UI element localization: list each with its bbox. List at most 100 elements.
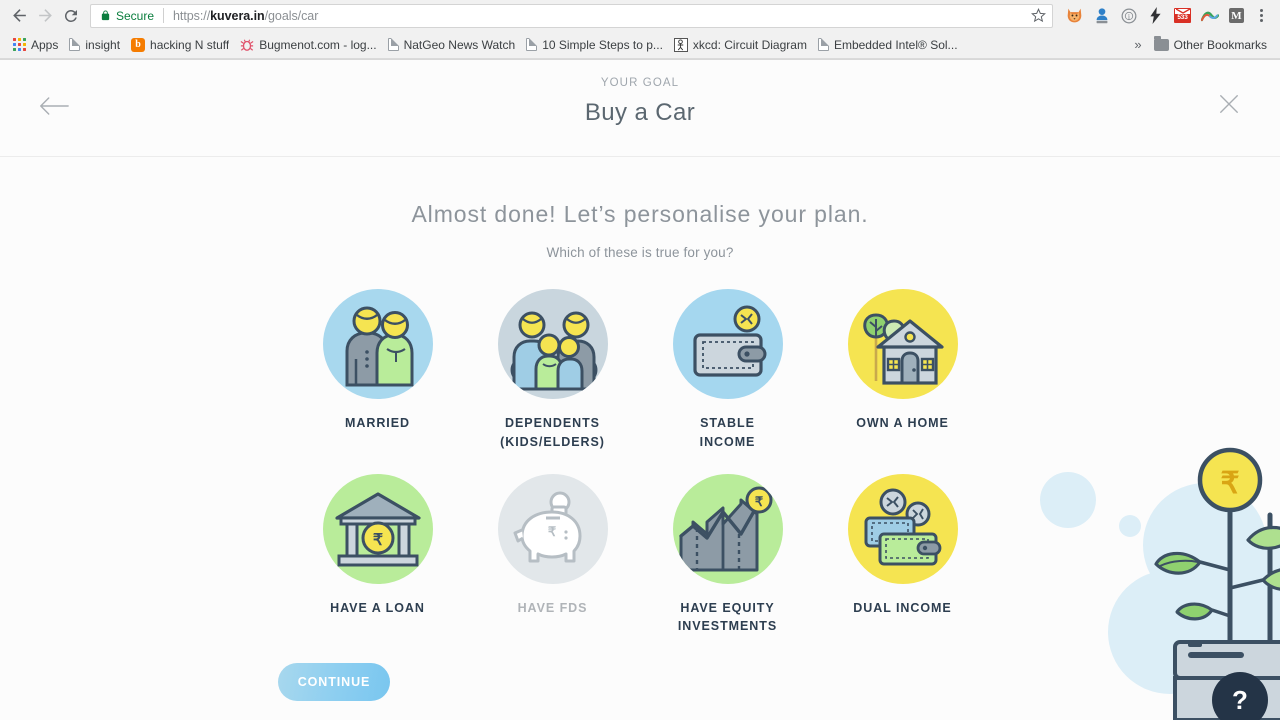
gmail-extension-icon[interactable]: 533 bbox=[1169, 3, 1196, 29]
page-title: Buy a Car bbox=[584, 99, 696, 126]
security-label: Secure bbox=[116, 8, 155, 23]
url-text: https://kuvera.in/goals/car bbox=[173, 9, 1027, 23]
lightning-extension-icon[interactable] bbox=[1142, 3, 1169, 29]
goal-header-center: YOUR GOAL Buy a Car bbox=[0, 77, 1280, 127]
option-circle bbox=[847, 473, 958, 584]
bookmark-label: hacking N stuff bbox=[150, 37, 230, 52]
bookmark-label: xkcd: Circuit Diagram bbox=[692, 37, 807, 52]
option-label: MARRIED bbox=[345, 416, 410, 430]
url-host: kuvera.in bbox=[210, 8, 265, 23]
goal-header: YOUR GOAL Buy a Car bbox=[0, 60, 1280, 157]
option-dual-income[interactable]: DUAL INCOME bbox=[815, 473, 990, 637]
lock-icon bbox=[100, 9, 111, 22]
bookmarks-overflow-button[interactable]: » bbox=[1126, 37, 1149, 52]
option-label: DEPENDENTS (KIDS/ELDERS) bbox=[500, 416, 605, 449]
option-circle bbox=[847, 289, 958, 399]
reload-button[interactable] bbox=[58, 3, 84, 29]
bookmark-bugmenot[interactable]: Bugmenot.com - log... bbox=[236, 36, 383, 54]
bookmark-hacking-n-stuff[interactable]: b hacking N stuff bbox=[127, 36, 236, 54]
fox-extension-icon[interactable] bbox=[1061, 3, 1088, 29]
page-body: ₹ ? YOUR GOAL Buy a Car Almost done! Let… bbox=[0, 60, 1280, 720]
at-circle-extension-icon[interactable]: i bbox=[1115, 3, 1142, 29]
bookmark-label: Apps bbox=[31, 37, 59, 52]
option-circle: ₹ bbox=[322, 473, 433, 584]
forward-button[interactable] bbox=[32, 3, 58, 29]
svg-text:₹: ₹ bbox=[547, 524, 556, 539]
bookmark-label: insight bbox=[85, 37, 121, 52]
bookmark-star-icon[interactable] bbox=[1027, 8, 1046, 23]
headline: Almost done! Let’s personalise your plan… bbox=[411, 201, 869, 227]
m-square-extension-icon[interactable]: M bbox=[1223, 3, 1250, 29]
option-have-fds[interactable]: ₹ HAVE FDS bbox=[465, 473, 640, 637]
option-label: HAVE A LOAN bbox=[330, 600, 425, 615]
three-dot-menu-icon[interactable] bbox=[1250, 3, 1272, 29]
continue-row: CONTINUE bbox=[0, 663, 1280, 701]
url-scheme: https:// bbox=[173, 8, 211, 23]
option-circle: ₹ bbox=[672, 473, 783, 584]
bookmark-10-simple-steps[interactable]: 10 Simple Steps to p... bbox=[522, 36, 670, 54]
close-x-icon[interactable] bbox=[1214, 89, 1244, 119]
other-bookmarks-folder[interactable]: Other Bookmarks bbox=[1150, 35, 1274, 54]
blogger-icon: b bbox=[131, 37, 146, 52]
growth-chart-icon: ₹ bbox=[678, 486, 772, 571]
svg-text:₹: ₹ bbox=[754, 494, 763, 509]
bookmark-label: NatGeo News Watch bbox=[403, 37, 516, 52]
piggy-bank-icon: ₹ bbox=[513, 491, 581, 562]
back-button[interactable] bbox=[6, 3, 32, 29]
folder-icon bbox=[1153, 35, 1169, 51]
option-have-a-loan[interactable]: ₹ HAVE A LOAN bbox=[290, 473, 465, 637]
option-circle bbox=[497, 289, 608, 399]
help-button[interactable]: ? bbox=[1212, 672, 1268, 720]
main-content: Almost done! Let’s personalise your plan… bbox=[0, 201, 1280, 701]
continue-button[interactable]: CONTINUE bbox=[278, 663, 390, 701]
bookmark-insight[interactable]: insight bbox=[65, 36, 127, 54]
goal-eyebrow: YOUR GOAL bbox=[600, 77, 680, 89]
option-label: STABLE INCOME bbox=[699, 416, 756, 449]
subheadline: Which of these is true for you? bbox=[546, 245, 734, 260]
couple-icon bbox=[345, 306, 413, 387]
wallet-coin-icon bbox=[692, 305, 766, 377]
user-profile-extension-icon[interactable] bbox=[1088, 3, 1115, 29]
omnibox-divider bbox=[163, 8, 165, 23]
apps-grid-icon bbox=[13, 38, 26, 51]
options-grid: MARRIED DEPENDENTS (KIDS/ELDERS) STABLE … bbox=[260, 289, 1020, 636]
bookmark-xkcd-circuit-diagram[interactable]: xkcd: Circuit Diagram bbox=[670, 36, 814, 54]
option-label: DUAL INCOME bbox=[853, 600, 952, 615]
bookmark-label: Embedded Intel® Sol... bbox=[833, 37, 958, 52]
option-label: OWN A HOME bbox=[856, 416, 949, 430]
option-circle bbox=[672, 289, 783, 399]
option-label: HAVE EQUITY INVESTMENTS bbox=[677, 600, 778, 634]
option-stable-income[interactable]: STABLE INCOME bbox=[640, 289, 815, 452]
page-icon bbox=[817, 38, 829, 51]
page-icon bbox=[387, 38, 399, 51]
bookmark-label: Bugmenot.com - log... bbox=[259, 37, 377, 52]
bookmarks-bar: Apps insight b hacking N stuff Bugmenot.… bbox=[0, 31, 1280, 59]
bookmark-embedded-intel[interactable]: Embedded Intel® Sol... bbox=[814, 36, 965, 54]
bookmark-natgeo-news-watch[interactable]: NatGeo News Watch bbox=[384, 36, 523, 54]
bug-icon bbox=[240, 38, 254, 52]
bookmark-apps[interactable]: Apps bbox=[9, 36, 65, 54]
option-circle bbox=[322, 289, 433, 399]
page-icon bbox=[526, 38, 538, 51]
option-label: HAVE FDS bbox=[517, 600, 588, 615]
extension-icons: i 533 M bbox=[1061, 3, 1272, 29]
other-bookmarks-label: Other Bookmarks bbox=[1173, 37, 1267, 52]
option-own-a-home[interactable]: OWN A HOME bbox=[815, 289, 990, 452]
xkcd-icon bbox=[673, 37, 688, 52]
two-wallets-icon bbox=[864, 488, 941, 565]
address-bar[interactable]: Secure https://kuvera.in/goals/car bbox=[90, 3, 1053, 28]
gmail-unread-count: 533 bbox=[1175, 14, 1190, 22]
option-married[interactable]: MARRIED bbox=[290, 289, 465, 452]
colorful-arc-extension-icon[interactable] bbox=[1196, 3, 1223, 29]
page-icon bbox=[69, 38, 81, 51]
option-have-equity-investments[interactable]: ₹ HAVE EQUITY INVESTMENTS bbox=[640, 473, 815, 637]
browser-chrome: Secure https://kuvera.in/goals/car i 533… bbox=[0, 0, 1280, 60]
url-path: /goals/car bbox=[264, 8, 319, 23]
house-trees-icon bbox=[862, 313, 944, 385]
family-icon bbox=[510, 311, 597, 391]
option-dependents[interactable]: DEPENDENTS (KIDS/ELDERS) bbox=[465, 289, 640, 452]
option-circle: ₹ bbox=[497, 473, 608, 584]
browser-toolbar: Secure https://kuvera.in/goals/car i 533… bbox=[0, 0, 1280, 31]
bank-rupee-icon: ₹ bbox=[334, 491, 421, 566]
svg-text:₹: ₹ bbox=[372, 532, 382, 549]
